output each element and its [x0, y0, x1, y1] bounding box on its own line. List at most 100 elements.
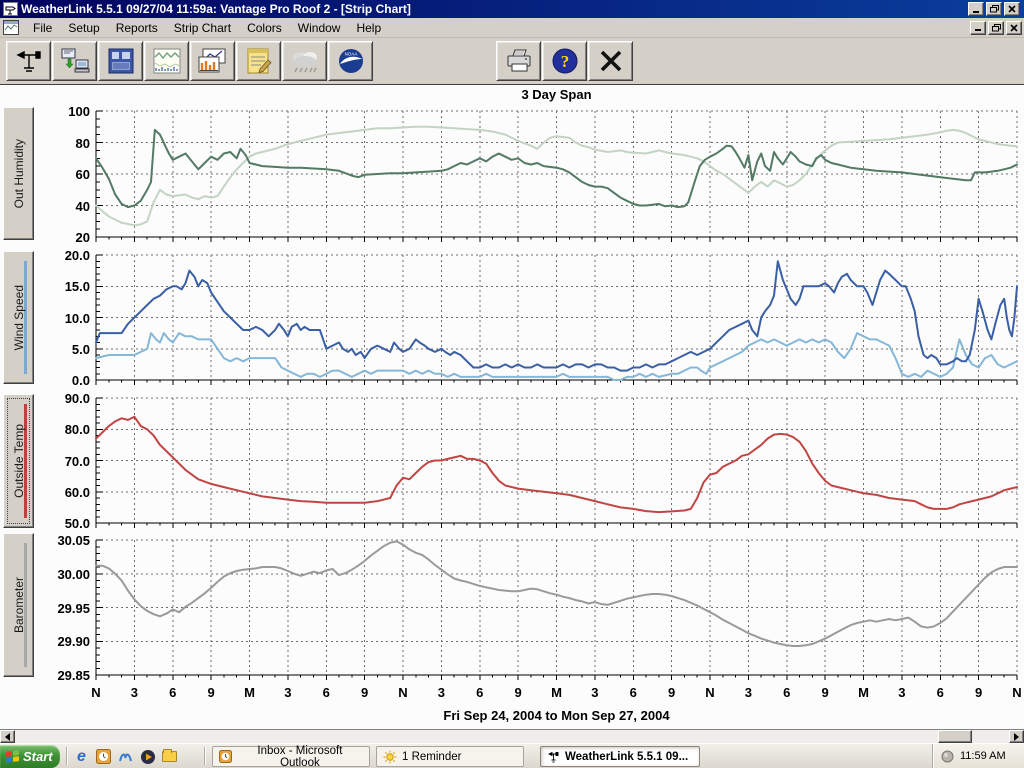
panel-button-label: Barometer: [12, 577, 26, 633]
scroll-left-button[interactable]: [0, 730, 15, 743]
x-axis-labels: N369M369N369M369N369M369N: [96, 685, 1018, 701]
y-tick-label: 60: [28, 167, 90, 182]
menu-reports[interactable]: Reports: [108, 19, 166, 37]
help-toolbar-button[interactable]: ?: [542, 41, 587, 81]
x-tick-label: 9: [196, 685, 226, 700]
notes-toolbar-button[interactable]: [236, 41, 281, 81]
weathervane-toolbar-button[interactable]: [6, 41, 51, 81]
media-player-icon[interactable]: [138, 747, 157, 766]
strip-chart-document-icon[interactable]: [3, 20, 19, 35]
svg-text:?: ?: [560, 52, 569, 71]
y-tick-label: 0.0: [28, 373, 90, 388]
x-tick-label: 9: [503, 685, 533, 700]
x-tick-label: 9: [810, 685, 840, 700]
toolbar: NOAA ?: [0, 38, 1024, 85]
weatherlink-task-icon: [547, 750, 560, 763]
x-tick-label: M: [542, 685, 572, 700]
y-tick-label: 50.0: [28, 516, 90, 531]
panel-plot-barometer: [96, 540, 1019, 684]
x-tick-label: 6: [772, 685, 802, 700]
menu-colors[interactable]: Colors: [239, 19, 290, 37]
taskbar-separator: [66, 747, 67, 765]
weatherlink-app-icon: [3, 2, 18, 16]
msn-icon[interactable]: [116, 747, 135, 766]
internet-explorer-icon[interactable]: e: [72, 747, 91, 766]
x-tick-label: M: [235, 685, 265, 700]
close-x-icon: [597, 48, 625, 74]
y-tick-label: 29.85: [28, 668, 90, 683]
y-tick-label: 15.0: [28, 279, 90, 294]
x-tick-label: 3: [733, 685, 763, 700]
download-toolbar-button[interactable]: [52, 41, 97, 81]
folder-icon[interactable]: [160, 747, 179, 766]
mdi-minimize-button[interactable]: [970, 21, 986, 35]
x-tick-label: 6: [465, 685, 495, 700]
mdi-close-button[interactable]: [1006, 21, 1022, 35]
minimize-button[interactable]: [968, 2, 984, 16]
scroll-right-button[interactable]: [1009, 730, 1024, 743]
mdi-restore-button[interactable]: [988, 21, 1004, 35]
task-label: 1 Reminder: [402, 751, 461, 763]
y-tick-label: 10.0: [28, 311, 90, 326]
horizontal-scrollbar[interactable]: [0, 729, 1024, 743]
y-tick-label: 90.0: [28, 391, 90, 406]
y-tick-label: 20.0: [28, 248, 90, 263]
x-tick-label: 6: [925, 685, 955, 700]
strip-chart-toolbar-button[interactable]: [144, 41, 189, 81]
scrollbar-thumb[interactable]: [938, 730, 972, 743]
menu-file[interactable]: File: [25, 19, 60, 37]
x-tick-label: M: [849, 685, 879, 700]
x-tick-label: N: [1002, 685, 1024, 700]
panel-button-label: Out Humidity: [12, 139, 26, 208]
reminder-bell-icon: [383, 750, 397, 764]
y-tick-label: 70.0: [28, 454, 90, 469]
print-toolbar-button[interactable]: [496, 41, 541, 81]
x-tick-label: 3: [580, 685, 610, 700]
menu-setup[interactable]: Setup: [60, 19, 107, 37]
close-view-toolbar-button[interactable]: [588, 41, 633, 81]
outlook-quicklaunch-icon[interactable]: [94, 747, 113, 766]
menu-window[interactable]: Window: [290, 19, 349, 37]
noaa-icon: NOAA: [336, 47, 366, 75]
strip-chart-icon: [152, 47, 182, 75]
outlook-task-icon: [219, 750, 232, 763]
panel-plot-outside-temp: [96, 398, 1019, 532]
restore-button[interactable]: [986, 2, 1002, 16]
task-weatherlink[interactable]: WeatherLink 5.5.1 09...: [540, 746, 700, 767]
tray-status-icon[interactable]: [941, 750, 954, 763]
panel-plot-wind-speed: [96, 255, 1019, 389]
x-tick-label: 3: [119, 685, 149, 700]
menu-strip-chart[interactable]: Strip Chart: [166, 19, 239, 37]
console-toolbar-button[interactable]: [98, 41, 143, 81]
clock: 11:59 AM: [960, 750, 1006, 762]
x-tick-label: 3: [887, 685, 917, 700]
task-label: Inbox - Microsoft Outlook: [237, 745, 363, 768]
panel-plot-out-humidity: [96, 111, 1019, 246]
start-button[interactable]: Start: [0, 745, 60, 768]
y-tick-label: 80: [28, 136, 90, 151]
console-icon: [106, 47, 136, 75]
y-tick-label: 29.95: [28, 601, 90, 616]
y-tick-label: 100: [28, 104, 90, 119]
x-tick-label: 9: [350, 685, 380, 700]
x-tick-label: 3: [273, 685, 303, 700]
close-button[interactable]: [1004, 2, 1020, 16]
chart-date-range: Fri Sep 24, 2004 to Mon Sep 27, 2004: [96, 708, 1017, 723]
noaa-toolbar-button[interactable]: NOAA: [328, 41, 373, 81]
y-tick-label: 30.00: [28, 567, 90, 582]
panel-button-label: Wind Speed: [12, 285, 26, 350]
svg-text:NOAA: NOAA: [344, 52, 357, 57]
y-tick-label: 20: [28, 230, 90, 245]
plot-toolbar-button[interactable]: [190, 41, 235, 81]
rain-toolbar-button[interactable]: [282, 41, 327, 81]
task-reminder[interactable]: 1 Reminder: [376, 746, 524, 767]
x-tick-label: 6: [158, 685, 188, 700]
menu-help[interactable]: Help: [348, 19, 389, 37]
x-tick-label: N: [388, 685, 418, 700]
start-label: Start: [23, 749, 53, 764]
y-tick-label: 80.0: [28, 422, 90, 437]
panel-button-label: Outside Temp: [12, 424, 26, 498]
title-bar: WeatherLink 5.5.1 09/27/04 11:59a: Vanta…: [0, 0, 1024, 18]
print-icon: [504, 47, 534, 75]
task-inbox-outlook[interactable]: Inbox - Microsoft Outlook: [212, 746, 370, 767]
